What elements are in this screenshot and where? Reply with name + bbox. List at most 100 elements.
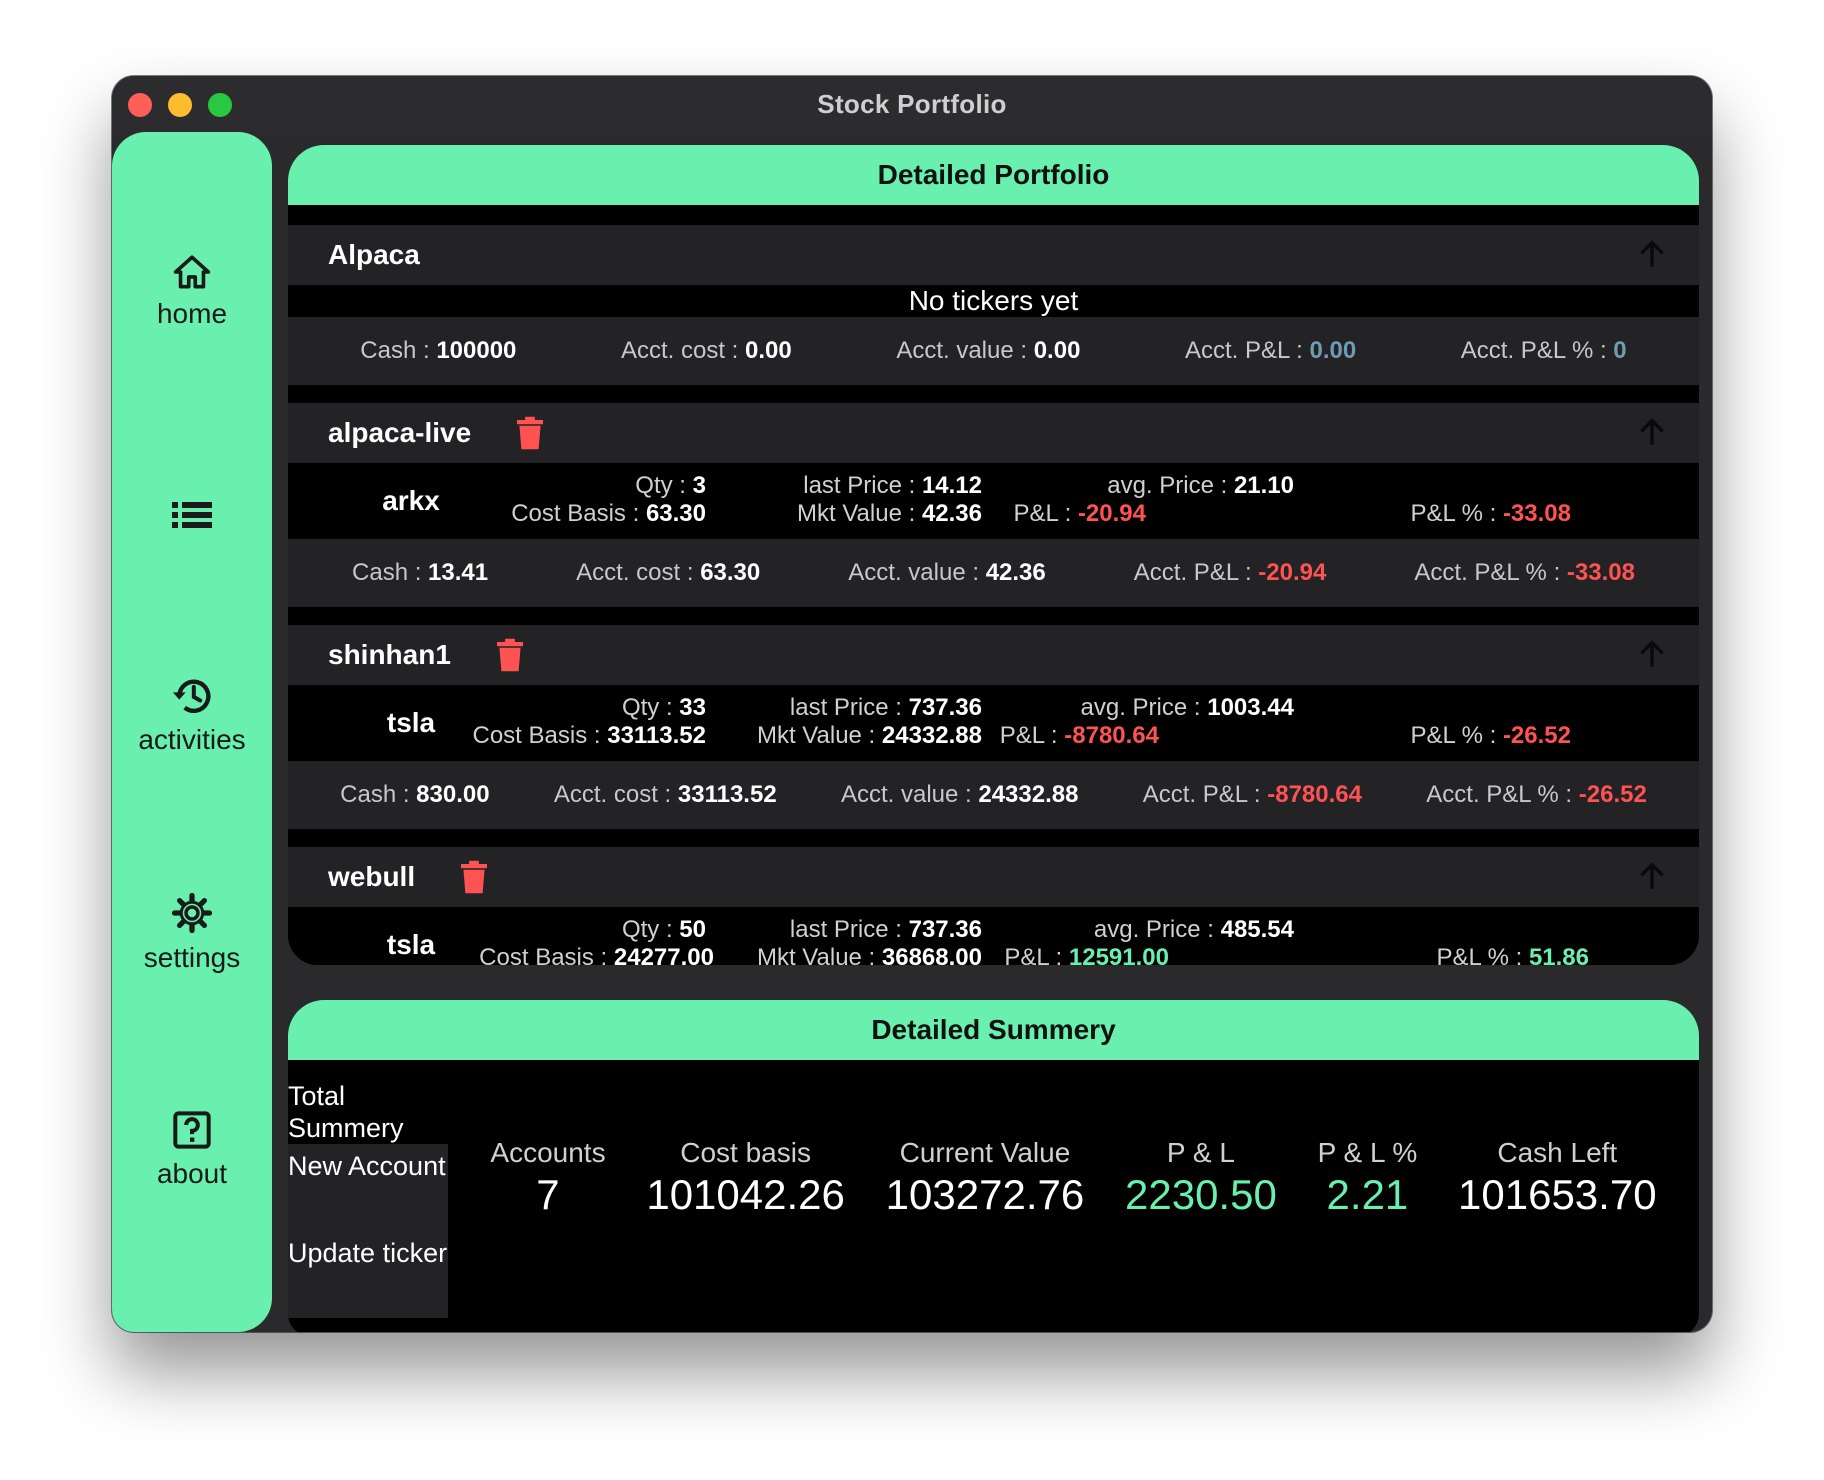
- sidebar-item-list[interactable]: [112, 502, 272, 528]
- title-bar: Stock Portfolio: [112, 76, 1712, 132]
- ticker-pl-percent: P&L % : 51.86: [1436, 944, 1589, 965]
- home-icon: [173, 255, 211, 289]
- account-header: alpaca-live: [288, 403, 1699, 463]
- stat-value: 2230.50: [1125, 1171, 1277, 1218]
- stat-accounts: Accounts 7: [490, 1137, 605, 1219]
- ticker-market-value: Mkt Value : 42.36: [797, 500, 982, 527]
- collapse-arrow-icon[interactable]: [1635, 415, 1669, 454]
- ticker-market-value: Mkt Value : 24332.88: [756, 722, 982, 749]
- help-box-icon: [173, 1111, 211, 1149]
- ticker-avg-price: avg. Price : 485.54: [1093, 916, 1294, 943]
- pl-percent-total: Acct. P&L % : 0: [1460, 337, 1627, 364]
- cash-total: Cash : 13.41: [352, 559, 489, 586]
- list-icon: [172, 502, 212, 528]
- menu-total-summary[interactable]: Total Summery: [288, 1080, 448, 1144]
- ticker-avg-price: avg. Price : 1003.44: [1080, 694, 1294, 721]
- summary-panel: Detailed Summery Total Summery New Accou…: [288, 1000, 1699, 1332]
- close-window-button[interactable]: [128, 93, 152, 117]
- account-name: shinhan1: [328, 639, 451, 670]
- sidebar-item-settings[interactable]: settings: [112, 892, 272, 974]
- account-card: shinhan1 tsla Qty : 33 Cost Basis : 3311…: [288, 625, 1699, 829]
- account-totals: Cash : 830.00 Acct. cost : 33113.52 Acct…: [288, 761, 1699, 829]
- collapse-arrow-icon[interactable]: [1635, 859, 1669, 898]
- portfolio-list[interactable]: Alpaca No tickers yet Cash : 100000 Acct…: [288, 205, 1699, 965]
- ticker-pl: P&L : -8780.64: [999, 722, 1159, 749]
- ticker-cost-basis: Cost Basis : 24277.00: [479, 944, 714, 965]
- stat-label: Cost basis: [680, 1137, 811, 1168]
- portfolio-header: Detailed Portfolio: [288, 145, 1699, 205]
- ticker-row[interactable]: arkx Qty : 3 Cost Basis : 63.30 last Pri…: [288, 463, 1699, 539]
- account-header: webull: [288, 847, 1699, 907]
- ticker-last-price: last Price : 737.36: [789, 694, 982, 721]
- app-window: Stock Portfolio home activities settings…: [112, 76, 1712, 1332]
- delete-account-icon[interactable]: [496, 638, 523, 672]
- account-totals: Cash : 13.41 Acct. cost : 63.30 Acct. va…: [288, 539, 1699, 607]
- cost-total: Acct. cost : 63.30: [576, 559, 761, 586]
- stat-pl: P & L 2230.50: [1125, 1137, 1277, 1219]
- value-total: Acct. value : 0.00: [896, 337, 1081, 364]
- main-content: Detailed Portfolio Alpaca No tickers yet…: [288, 145, 1699, 1332]
- ticker-cost-basis: Cost Basis : 63.30: [511, 500, 706, 527]
- account-name: Alpaca: [328, 239, 420, 270]
- gear-icon: [171, 892, 213, 934]
- account-name: alpaca-live: [328, 417, 472, 448]
- stat-value: 2.21: [1326, 1171, 1409, 1218]
- account-card: Alpaca No tickers yet Cash : 100000 Acct…: [288, 225, 1699, 385]
- ticker-pl-percent: P&L % : -26.52: [1410, 722, 1571, 749]
- summary-stats: Accounts 7 Cost basis 101042.26 Current …: [448, 1060, 1699, 1332]
- account-card: alpaca-live arkx Qty : 3 Cost Basis : 63…: [288, 403, 1699, 607]
- cash-total: Cash : 830.00: [340, 781, 490, 808]
- ticker-row[interactable]: tsla Qty : 50 Cost Basis : 24277.00 last…: [288, 907, 1699, 965]
- delete-account-icon[interactable]: [517, 416, 544, 450]
- account-card: webull tsla Qty : 50 Cost Basis : 24277.…: [288, 847, 1699, 965]
- ticker-qty: Qty : 33: [621, 694, 706, 721]
- sidebar-item-label: settings: [143, 942, 241, 973]
- ticker-symbol: arkx: [382, 485, 440, 516]
- ticker-pl: P&L : 12591.00: [1004, 944, 1169, 965]
- cost-total: Acct. cost : 0.00: [620, 337, 792, 364]
- sidebar-item-label: home: [156, 298, 228, 329]
- collapse-arrow-icon[interactable]: [1635, 637, 1669, 676]
- stat-value: 101653.70: [1458, 1171, 1657, 1218]
- window-controls: [128, 93, 232, 117]
- pl-percent-total: Acct. P&L % : -33.08: [1414, 559, 1635, 586]
- menu-new-account[interactable]: New Account: [288, 1144, 448, 1231]
- stat-cash-left: Cash Left 101653.70: [1458, 1137, 1657, 1219]
- stat-label: P & L %: [1317, 1137, 1418, 1168]
- sidebar-item-home[interactable]: home: [112, 254, 272, 330]
- ticker-last-price: last Price : 14.12: [803, 472, 982, 499]
- sidebar-item-about[interactable]: about: [112, 1110, 272, 1190]
- account-header: Alpaca: [288, 225, 1699, 285]
- account-name: webull: [328, 861, 416, 892]
- ticker-cost-basis: Cost Basis : 33113.52: [472, 722, 707, 749]
- sidebar-item-activities[interactable]: activities: [112, 676, 272, 756]
- stat-cost-basis: Cost basis 101042.26: [646, 1137, 845, 1219]
- stat-value: 103272.76: [885, 1171, 1085, 1218]
- ticker-last-price: last Price : 737.36: [789, 916, 982, 943]
- maximize-window-button[interactable]: [208, 93, 232, 117]
- stat-label: Current Value: [899, 1137, 1071, 1168]
- pl-total: Acct. P&L : -20.94: [1133, 559, 1327, 586]
- pl-total: Acct. P&L : 0.00: [1185, 337, 1357, 364]
- collapse-arrow-icon[interactable]: [1635, 237, 1669, 276]
- ticker-row[interactable]: tsla Qty : 33 Cost Basis : 33113.52 last…: [288, 685, 1699, 761]
- stat-label: Accounts: [490, 1137, 606, 1168]
- sidebar-item-label: activities: [138, 724, 246, 755]
- menu-update-ticker[interactable]: Update ticker: [288, 1231, 448, 1318]
- ticker-qty: Qty : 3: [635, 472, 706, 499]
- ticker-pl-percent: P&L % : -33.08: [1410, 500, 1571, 527]
- delete-account-icon[interactable]: [461, 860, 488, 894]
- cash-total: Cash : 100000: [360, 337, 517, 364]
- sidebar-item-label: about: [156, 1158, 228, 1189]
- stat-label: P & L: [1166, 1137, 1235, 1168]
- pl-total: Acct. P&L : -8780.64: [1142, 781, 1362, 808]
- summary-body: Total Summery New Account Update ticker …: [288, 1060, 1699, 1332]
- minimize-window-button[interactable]: [168, 93, 192, 117]
- history-icon: [172, 679, 211, 713]
- account-header: shinhan1: [288, 625, 1699, 685]
- value-total: Acct. value : 42.36: [848, 559, 1046, 586]
- value-total: Acct. value : 24332.88: [840, 781, 1079, 808]
- stat-value: 101042.26: [646, 1171, 845, 1218]
- ticker-avg-price: avg. Price : 21.10: [1107, 472, 1294, 499]
- pl-percent-total: Acct. P&L % : -26.52: [1426, 781, 1647, 808]
